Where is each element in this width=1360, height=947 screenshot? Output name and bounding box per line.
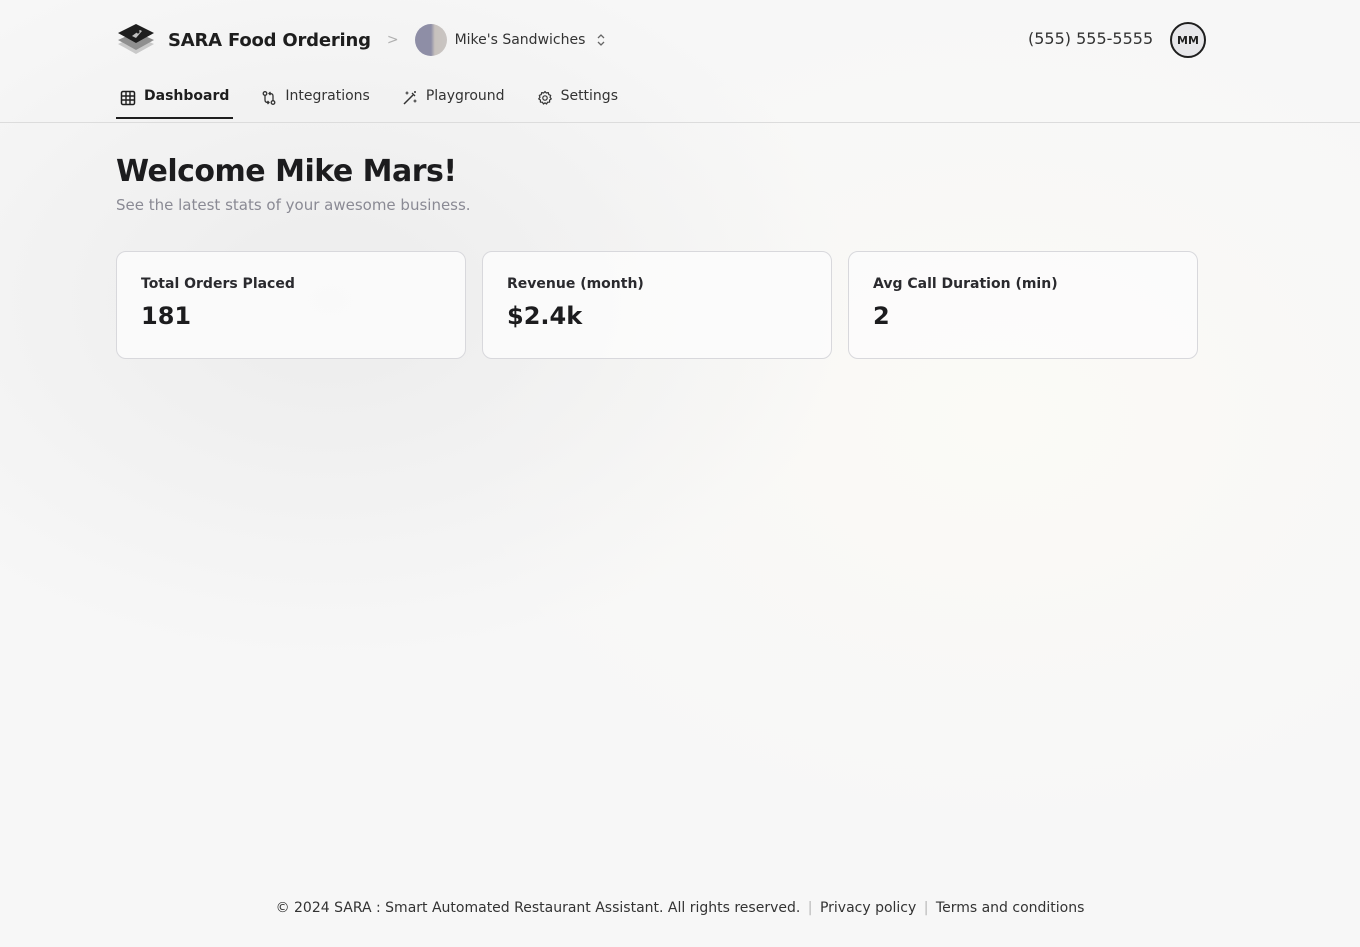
terms-link[interactable]: Terms and conditions xyxy=(936,900,1085,916)
stat-card-avg-call-duration: Avg Call Duration (min) 2 xyxy=(848,251,1198,359)
tab-settings[interactable]: Settings xyxy=(533,84,622,118)
copyright-text: © 2024 SARA : Smart Automated Restaurant… xyxy=(275,900,801,916)
page-title: Welcome Mike Mars! xyxy=(116,154,457,189)
organization-switcher[interactable]: Mike's Sandwiches xyxy=(455,32,586,48)
chevrons-up-down-icon[interactable] xyxy=(595,32,607,48)
stat-label: Revenue (month) xyxy=(507,276,644,292)
stat-card-revenue: Revenue (month) $2.4k xyxy=(482,251,832,359)
user-avatar[interactable]: MM xyxy=(1170,22,1206,58)
footer: © 2024 SARA : Smart Automated Restaurant… xyxy=(0,900,1360,916)
stat-card-total-orders: Total Orders Placed 181 xyxy=(116,251,466,359)
stat-label: Total Orders Placed xyxy=(141,276,295,292)
grid-icon xyxy=(120,90,136,106)
footer-separator: | xyxy=(923,900,929,916)
footer-separator: | xyxy=(807,900,813,916)
organization-avatar[interactable] xyxy=(414,24,447,56)
git-compare-icon xyxy=(262,91,276,105)
breadcrumb: SARA Food Ordering > Mike's Sandwiches xyxy=(116,22,607,58)
app-name[interactable]: SARA Food Ordering xyxy=(168,30,371,51)
stat-value: 181 xyxy=(141,302,192,330)
gear-icon xyxy=(537,90,552,105)
app-logo-icon[interactable] xyxy=(116,22,156,58)
chevron-right-icon: > xyxy=(386,32,399,48)
main-nav: Dashboard Integrations Playground Settin… xyxy=(116,84,646,122)
tab-label: Integrations xyxy=(285,88,370,104)
stat-label: Avg Call Duration (min) xyxy=(873,276,1058,292)
magic-wand-icon xyxy=(403,91,417,105)
tab-playground[interactable]: Playground xyxy=(398,84,509,118)
stat-value: 2 xyxy=(873,302,890,330)
tab-dashboard[interactable]: Dashboard xyxy=(116,84,234,119)
dashboard-main: Welcome Mike Mars! See the latest stats … xyxy=(116,152,1204,359)
privacy-policy-link[interactable]: Privacy policy xyxy=(820,900,916,916)
tab-label: Dashboard xyxy=(144,88,230,104)
page-subtitle: See the latest stats of your awesome bus… xyxy=(116,196,471,214)
tab-integrations[interactable]: Integrations xyxy=(257,84,373,118)
tab-label: Playground xyxy=(425,88,505,104)
stats-cards: Total Orders Placed 181 Revenue (month) … xyxy=(116,251,1198,359)
top-header: SARA Food Ordering > Mike's Sandwiches (… xyxy=(0,0,1360,123)
tab-label: Settings xyxy=(560,88,618,104)
stat-value: $2.4k xyxy=(507,302,583,330)
phone-number: (555) 555-5555 xyxy=(1028,29,1154,48)
